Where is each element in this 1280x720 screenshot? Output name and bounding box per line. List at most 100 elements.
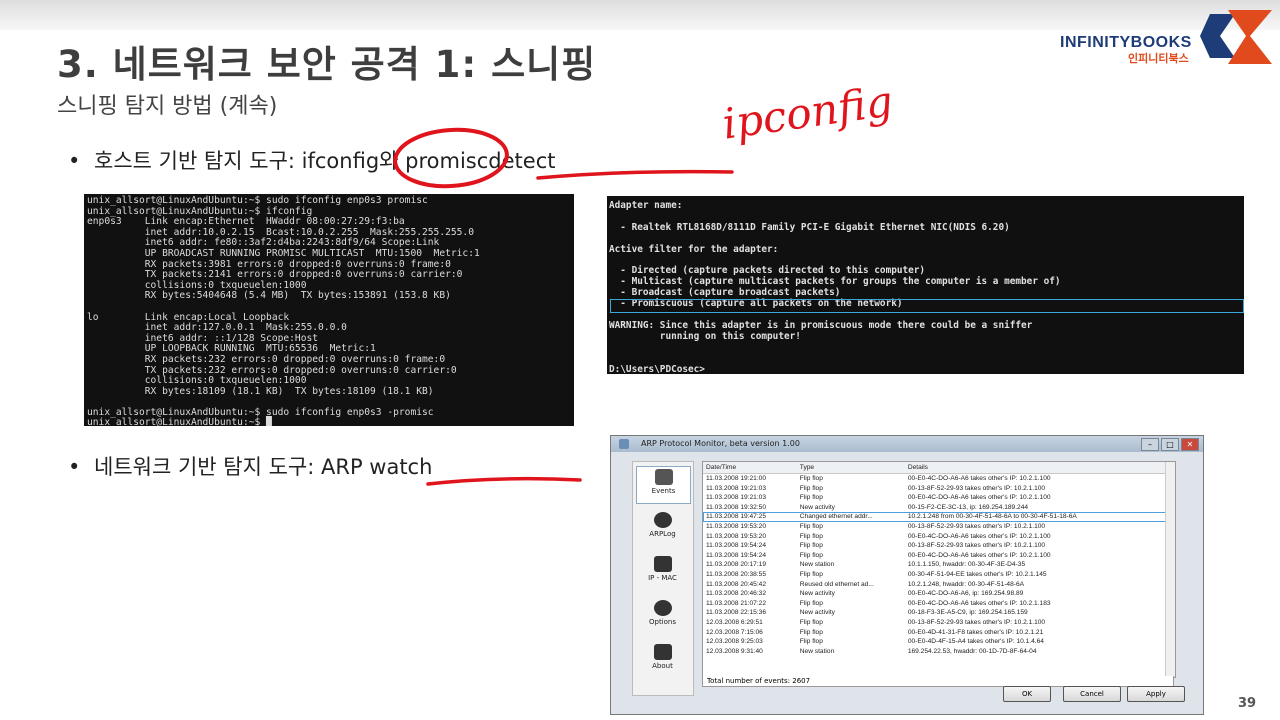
table-row[interactable]: 11.03.2008 19:21:03 Flip flop 00-13-8F-52-… <box>703 484 1175 494</box>
cell-details: 00-E0-4C-DO-A6-A6 takes other's IP: 10.2… <box>907 599 1051 607</box>
window-titlebar: ARP Protocol Monitor, beta version 1.00 <box>611 436 1203 452</box>
cell-datetime: 12.03.2008 7:15:06 <box>706 628 763 636</box>
table-row[interactable]: 11.03.2008 22:15:36 New activity 00-18-F3-… <box>703 608 1175 618</box>
cell-datetime: 11.03.2008 20:45:42 <box>706 580 767 588</box>
cell-datetime: 11.03.2008 19:53:20 <box>706 532 767 540</box>
linux-terminal-screenshot: unix_allsort@LinuxAndUbuntu:~$ sudo ifco… <box>84 194 574 426</box>
cell-details: 00-13-8F-52-29-93 takes other's IP: 10.2… <box>907 542 1046 550</box>
options-icon <box>653 600 672 616</box>
table-row[interactable]: 11.03.2008 19:53:20 Flip flop 00-13-8F-52-… <box>703 522 1175 532</box>
bullet-dot: • <box>68 455 81 479</box>
cell-type: New activity <box>799 503 835 511</box>
cell-details: 00-13-8F-52-29-93 takes other's IP: 10.2… <box>907 522 1046 530</box>
table-row[interactable]: 11.03.2008 20:45:42 Reused old ethernet a… <box>703 580 1175 590</box>
cell-datetime: 12.03.2008 9:25:03 <box>706 638 763 646</box>
table-row[interactable]: 12.03.2008 6:29:51 Flip flop 00-13-8F-52-2… <box>703 618 1175 628</box>
nav-arplog[interactable]: ARPLog <box>636 510 689 546</box>
cell-datetime: 11.03.2008 20:38:55 <box>706 570 767 578</box>
arp-monitor-window: ARP Protocol Monitor, beta version 1.00 … <box>610 435 1204 715</box>
cell-datetime: 11.03.2008 22:15:36 <box>706 609 767 617</box>
tool-ifconfig: ifconfig <box>301 149 380 173</box>
cell-type: Reused old ethernet ad... <box>799 580 874 588</box>
cell-details: 10.2.1.248, hwaddr: 00-30-4F-51-48-6A <box>907 580 1025 588</box>
cell-type: Flip flop <box>799 522 823 530</box>
bullet-dot: • <box>68 149 81 173</box>
cell-type: Flip flop <box>799 638 823 646</box>
table-row[interactable]: 11.03.2008 20:46:32 New activity 00-E0-4C-… <box>703 589 1175 599</box>
cell-datetime: 11.03.2008 19:47:25 <box>706 513 767 521</box>
table-row[interactable]: 11.03.2008 19:32:50 New activity 00-15-F2-… <box>703 503 1175 513</box>
cell-type: Flip flop <box>799 618 823 626</box>
arpwatch-underline <box>426 476 582 486</box>
table-row[interactable]: 11.03.2008 19:21:03 Flip flop 00-E0-4C-DO-… <box>703 493 1175 503</box>
table-header-row: Date/Time Type Details <box>703 462 1175 474</box>
arplog-icon <box>653 512 672 528</box>
nav-options-label: Options <box>648 618 676 626</box>
promiscuous-highlight <box>610 299 1244 313</box>
nav-about-label: About <box>652 662 673 670</box>
table-scrollbar[interactable] <box>1165 462 1175 677</box>
cell-details: 00-E0-4D-41-31-F8 takes other's IP: 10.2… <box>907 628 1044 636</box>
bullet-network-prefix: 네트워크 기반 탐지 도구: <box>94 455 321 479</box>
table-row[interactable]: 12.03.2008 9:25:03 Flip flop 00-E0-4D-4F-1… <box>703 637 1175 647</box>
cell-type: Flip flop <box>799 599 823 607</box>
cell-type: New activity <box>799 590 835 598</box>
nav-events[interactable]: Events <box>636 466 691 504</box>
cell-details: 00-30-4F-51-94-EE takes other's IP: 10.2… <box>907 570 1047 578</box>
table-row[interactable]: 11.03.2008 21:07:22 Flip flop 00-E0-4C-DO-… <box>703 599 1175 609</box>
ok-button[interactable]: OK <box>1003 686 1051 702</box>
cell-type: Flip flop <box>799 532 823 540</box>
slide-subtitle: 스니핑 탐지 방법 (계속) <box>57 94 278 119</box>
cell-details: 00-18-F3-3E-A5-C9, ip: 169.254.165.159 <box>907 609 1028 617</box>
about-icon <box>653 644 672 660</box>
app-icon <box>619 439 629 449</box>
cell-datetime: 11.03.2008 19:32:50 <box>706 503 767 511</box>
minimize-button[interactable]: – <box>1141 438 1159 451</box>
windows-cmd-screenshot: Adapter name: - Realtek RTL8168D/8111D F… <box>607 196 1244 374</box>
close-button[interactable]: ✕ <box>1181 438 1199 451</box>
table-row[interactable]: 11.03.2008 19:54:24 Flip flop 00-13-8F-52-… <box>703 541 1175 551</box>
table-row[interactable]: 12.03.2008 7:15:06 Flip flop 00-E0-4D-41-3… <box>703 628 1175 638</box>
cell-type: New station <box>799 647 835 655</box>
bullet-network-tools: • 네트워크 기반 탐지 도구: ARP watch <box>68 451 432 481</box>
events-table[interactable]: Date/Time Type Details 11.03.2008 19:21:… <box>702 461 1176 678</box>
table-row[interactable]: 11.03.2008 19:21:00 Flip flop 00-E0-4C-DO-… <box>703 474 1175 484</box>
table-row[interactable]: 11.03.2008 19:47:25 Changed ethernet addr… <box>703 512 1175 522</box>
cell-details: 10.2.1.248 from 00-30-4F-51-48-6A to 00-… <box>907 513 1077 521</box>
table-row[interactable]: 12.03.2008 9:31:40 New station 169.254.22.… <box>703 647 1175 657</box>
nav-ipmac-label: IP - MAC <box>648 574 677 582</box>
table-row[interactable]: 11.03.2008 20:17:19 New station 10.1.1.150… <box>703 560 1175 570</box>
cell-details: 00-E0-4C-DO-A6-A6, ip: 169.254.98.89 <box>907 590 1024 598</box>
cell-datetime: 11.03.2008 19:53:20 <box>706 522 767 530</box>
cell-datetime: 11.03.2008 21:07:22 <box>706 599 767 607</box>
publisher-logo: INFINITYBOOKS 인피니티북스 <box>1060 6 1275 66</box>
column-header-type[interactable]: Type <box>796 462 905 474</box>
bullet-connector: 와 <box>379 149 406 173</box>
cell-details: 00-15-F2-CE-3C-13, ip: 169.254.189.244 <box>907 503 1029 511</box>
nav-ipmac[interactable]: IP - MAC <box>636 554 689 590</box>
bullet-host-tools: • 호스트 기반 탐지 도구: ifconfig와 promiscdetect <box>68 145 555 175</box>
terminal-output: unix_allsort@LinuxAndUbuntu:~$ sudo ifco… <box>87 195 480 426</box>
cell-datetime: 11.03.2008 20:17:19 <box>706 561 767 569</box>
tool-arpwatch: ARP watch <box>320 455 433 479</box>
column-header-details[interactable]: Details <box>904 462 1175 474</box>
cell-type: Changed ethernet addr... <box>799 513 873 521</box>
nav-about[interactable]: About <box>636 642 689 678</box>
table-row[interactable]: 11.03.2008 19:53:20 Flip flop 00-E0-4C-DO-… <box>703 532 1175 542</box>
maximize-button[interactable]: □ <box>1161 438 1179 451</box>
cancel-button[interactable]: Cancel <box>1063 686 1121 702</box>
logo-korean-text: 인피니티북스 <box>1128 52 1189 65</box>
table-row[interactable]: 11.03.2008 19:54:24 Flip flop 00-E0-4C-DO-… <box>703 551 1175 561</box>
window-controls: – □ ✕ <box>1141 438 1199 451</box>
cell-type: Flip flop <box>799 475 823 482</box>
column-header-datetime[interactable]: Date/Time <box>703 462 797 474</box>
cell-details: 00-E0-4D-4F-15-A4 takes other's IP: 10.1… <box>907 638 1044 646</box>
nav-options[interactable]: Options <box>636 598 689 634</box>
cell-details: 169.254.22.53, hwaddr: 00-1D-7D-8F-64-04 <box>907 647 1037 655</box>
page-number: 39 <box>1238 696 1257 711</box>
apply-button[interactable]: Apply <box>1127 686 1185 702</box>
table-row[interactable]: 11.03.2008 20:38:55 Flip flop 00-30-4F-51-… <box>703 570 1175 580</box>
cell-type: Flip flop <box>799 628 823 636</box>
cell-type: Flip flop <box>799 484 823 492</box>
slide-title: 3. 네트워크 보안 공격 1: 스니핑 <box>57 43 597 86</box>
